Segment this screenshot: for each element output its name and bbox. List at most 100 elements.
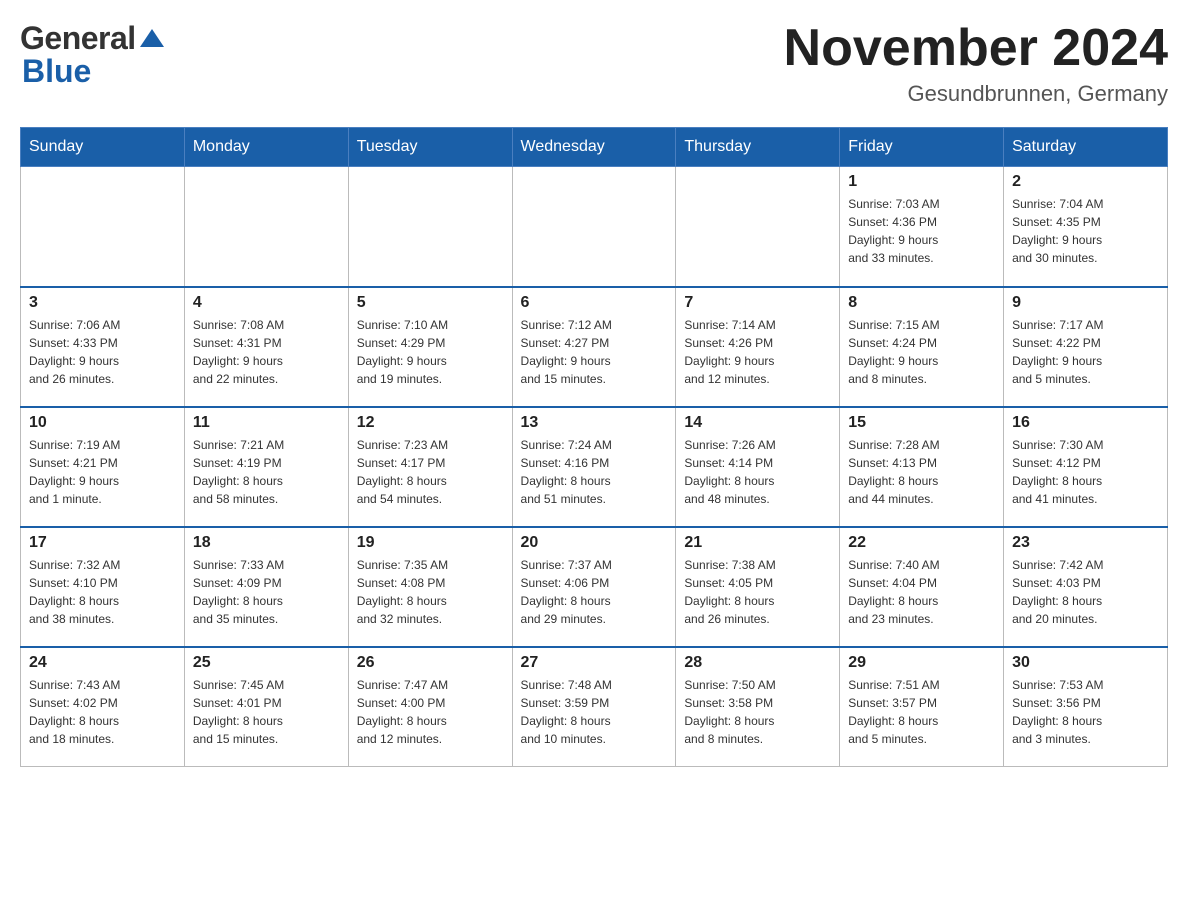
weekday-header-tuesday: Tuesday (348, 128, 512, 167)
day-number: 27 (521, 654, 668, 672)
calendar-cell: 15 Sunrise: 7:28 AMSunset: 4:13 PMDayligh… (840, 407, 1004, 527)
logo-blue: Blue (22, 53, 91, 89)
day-number: 22 (848, 534, 995, 552)
calendar-cell: 26 Sunrise: 7:47 AMSunset: 4:00 PMDayligh… (348, 647, 512, 767)
calendar-cell: 4 Sunrise: 7:08 AMSunset: 4:31 PMDaylight… (184, 287, 348, 407)
day-info: Sunrise: 7:26 AMSunset: 4:14 PMDaylight:… (684, 436, 831, 508)
day-info: Sunrise: 7:37 AMSunset: 4:06 PMDaylight:… (521, 556, 668, 628)
calendar-cell: 28 Sunrise: 7:50 AMSunset: 3:58 PMDayligh… (676, 647, 840, 767)
day-info: Sunrise: 7:30 AMSunset: 4:12 PMDaylight:… (1012, 436, 1159, 508)
weekday-header-row: SundayMondayTuesdayWednesdayThursdayFrid… (21, 128, 1168, 167)
day-info: Sunrise: 7:12 AMSunset: 4:27 PMDaylight:… (521, 316, 668, 388)
calendar-cell: 23 Sunrise: 7:42 AMSunset: 4:03 PMDayligh… (1004, 527, 1168, 647)
day-number: 17 (29, 534, 176, 552)
day-number: 12 (357, 414, 504, 432)
header: General Blue November 2024 Gesundbrunnen… (20, 20, 1168, 107)
calendar-cell: 29Sunrise: 7:51 AMSunset: 3:57 PMDayligh… (840, 647, 1004, 767)
page-container: General Blue November 2024 Gesundbrunnen… (20, 20, 1168, 767)
month-title: November 2024 (784, 20, 1168, 77)
day-number: 15 (848, 414, 995, 432)
calendar-cell: 14Sunrise: 7:26 AMSunset: 4:14 PMDayligh… (676, 407, 840, 527)
day-number: 24 (29, 654, 176, 672)
day-number: 21 (684, 534, 831, 552)
calendar-cell: 2Sunrise: 7:04 AMSunset: 4:35 PMDaylight… (1004, 167, 1168, 287)
day-number: 29 (848, 654, 995, 672)
calendar-cell: 9Sunrise: 7:17 AMSunset: 4:22 PMDaylight… (1004, 287, 1168, 407)
calendar-cell: 7Sunrise: 7:14 AMSunset: 4:26 PMDaylight… (676, 287, 840, 407)
logo: General Blue (20, 20, 166, 90)
day-number: 5 (357, 294, 504, 312)
day-info: Sunrise: 7:28 AMSunset: 4:13 PMDaylight:… (848, 436, 995, 508)
calendar-cell: 30 Sunrise: 7:53 AMSunset: 3:56 PMDayligh… (1004, 647, 1168, 767)
week-row-5: 24 Sunrise: 7:43 AMSunset: 4:02 PMDayligh… (21, 647, 1168, 767)
day-number: 1 (848, 173, 995, 191)
day-number: 11 (193, 414, 340, 432)
day-number: 23 (1012, 534, 1159, 552)
week-row-3: 10Sunrise: 7:19 AMSunset: 4:21 PMDayligh… (21, 407, 1168, 527)
day-number: 28 (684, 654, 831, 672)
day-number: 26 (357, 654, 504, 672)
day-info: Sunrise: 7:15 AMSunset: 4:24 PMDaylight:… (848, 316, 995, 388)
day-number: 9 (1012, 294, 1159, 312)
calendar-cell (21, 167, 185, 287)
calendar-cell: 19Sunrise: 7:35 AMSunset: 4:08 PMDayligh… (348, 527, 512, 647)
day-number: 20 (521, 534, 668, 552)
weekday-header-friday: Friday (840, 128, 1004, 167)
weekday-header-monday: Monday (184, 128, 348, 167)
day-info: Sunrise: 7:50 AMSunset: 3:58 PMDaylight:… (684, 676, 831, 748)
day-number: 4 (193, 294, 340, 312)
calendar-cell: 16 Sunrise: 7:30 AMSunset: 4:12 PMDayligh… (1004, 407, 1168, 527)
day-number: 13 (521, 414, 668, 432)
calendar-cell (348, 167, 512, 287)
calendar-cell: 12 Sunrise: 7:23 AMSunset: 4:17 PMDayligh… (348, 407, 512, 527)
day-number: 18 (193, 534, 340, 552)
calendar-cell: 24 Sunrise: 7:43 AMSunset: 4:02 PMDayligh… (21, 647, 185, 767)
day-info: Sunrise: 7:45 AMSunset: 4:01 PMDaylight:… (193, 676, 340, 748)
calendar-cell: 11Sunrise: 7:21 AMSunset: 4:19 PMDayligh… (184, 407, 348, 527)
day-number: 19 (357, 534, 504, 552)
day-info: Sunrise: 7:08 AMSunset: 4:31 PMDaylight:… (193, 316, 340, 388)
calendar-cell (512, 167, 676, 287)
day-info: Sunrise: 7:42 AMSunset: 4:03 PMDaylight:… (1012, 556, 1159, 628)
calendar-cell: 21 Sunrise: 7:38 AMSunset: 4:05 PMDayligh… (676, 527, 840, 647)
calendar-cell: 25 Sunrise: 7:45 AMSunset: 4:01 PMDayligh… (184, 647, 348, 767)
day-info: Sunrise: 7:33 AMSunset: 4:09 PMDaylight:… (193, 556, 340, 628)
calendar-cell: 5Sunrise: 7:10 AMSunset: 4:29 PMDaylight… (348, 287, 512, 407)
calendar-cell: 8 Sunrise: 7:15 AMSunset: 4:24 PMDaylight… (840, 287, 1004, 407)
week-row-1: 1 Sunrise: 7:03 AMSunset: 4:36 PMDaylight… (21, 167, 1168, 287)
calendar-cell: 20 Sunrise: 7:37 AMSunset: 4:06 PMDayligh… (512, 527, 676, 647)
day-info: Sunrise: 7:23 AMSunset: 4:17 PMDaylight:… (357, 436, 504, 508)
day-info: Sunrise: 7:40 AMSunset: 4:04 PMDaylight:… (848, 556, 995, 628)
day-number: 16 (1012, 414, 1159, 432)
day-number: 7 (684, 294, 831, 312)
calendar-cell: 13Sunrise: 7:24 AMSunset: 4:16 PMDayligh… (512, 407, 676, 527)
week-row-4: 17Sunrise: 7:32 AMSunset: 4:10 PMDayligh… (21, 527, 1168, 647)
calendar-cell: 22 Sunrise: 7:40 AMSunset: 4:04 PMDayligh… (840, 527, 1004, 647)
day-number: 3 (29, 294, 176, 312)
location: Gesundbrunnen, Germany (784, 81, 1168, 107)
day-info: Sunrise: 7:38 AMSunset: 4:05 PMDaylight:… (684, 556, 831, 628)
logo-arrow-icon (138, 25, 166, 53)
day-number: 10 (29, 414, 176, 432)
calendar-cell: 27 Sunrise: 7:48 AMSunset: 3:59 PMDayligh… (512, 647, 676, 767)
day-info: Sunrise: 7:03 AMSunset: 4:36 PMDaylight:… (848, 195, 995, 267)
day-info: Sunrise: 7:04 AMSunset: 4:35 PMDaylight:… (1012, 195, 1159, 267)
calendar-cell: 6 Sunrise: 7:12 AMSunset: 4:27 PMDaylight… (512, 287, 676, 407)
weekday-header-wednesday: Wednesday (512, 128, 676, 167)
day-info: Sunrise: 7:43 AMSunset: 4:02 PMDaylight:… (29, 676, 176, 748)
calendar-cell (184, 167, 348, 287)
week-row-2: 3Sunrise: 7:06 AMSunset: 4:33 PMDaylight… (21, 287, 1168, 407)
day-number: 25 (193, 654, 340, 672)
day-number: 8 (848, 294, 995, 312)
day-info: Sunrise: 7:48 AMSunset: 3:59 PMDaylight:… (521, 676, 668, 748)
title-section: November 2024 Gesundbrunnen, Germany (784, 20, 1168, 107)
day-info: Sunrise: 7:53 AMSunset: 3:56 PMDaylight:… (1012, 676, 1159, 748)
calendar-cell: 17Sunrise: 7:32 AMSunset: 4:10 PMDayligh… (21, 527, 185, 647)
day-info: Sunrise: 7:47 AMSunset: 4:00 PMDaylight:… (357, 676, 504, 748)
day-number: 30 (1012, 654, 1159, 672)
logo-text-block: General Blue (20, 20, 166, 90)
logo-general: General (20, 20, 136, 57)
weekday-header-saturday: Saturday (1004, 128, 1168, 167)
calendar-table: SundayMondayTuesdayWednesdayThursdayFrid… (20, 127, 1168, 767)
day-number: 6 (521, 294, 668, 312)
